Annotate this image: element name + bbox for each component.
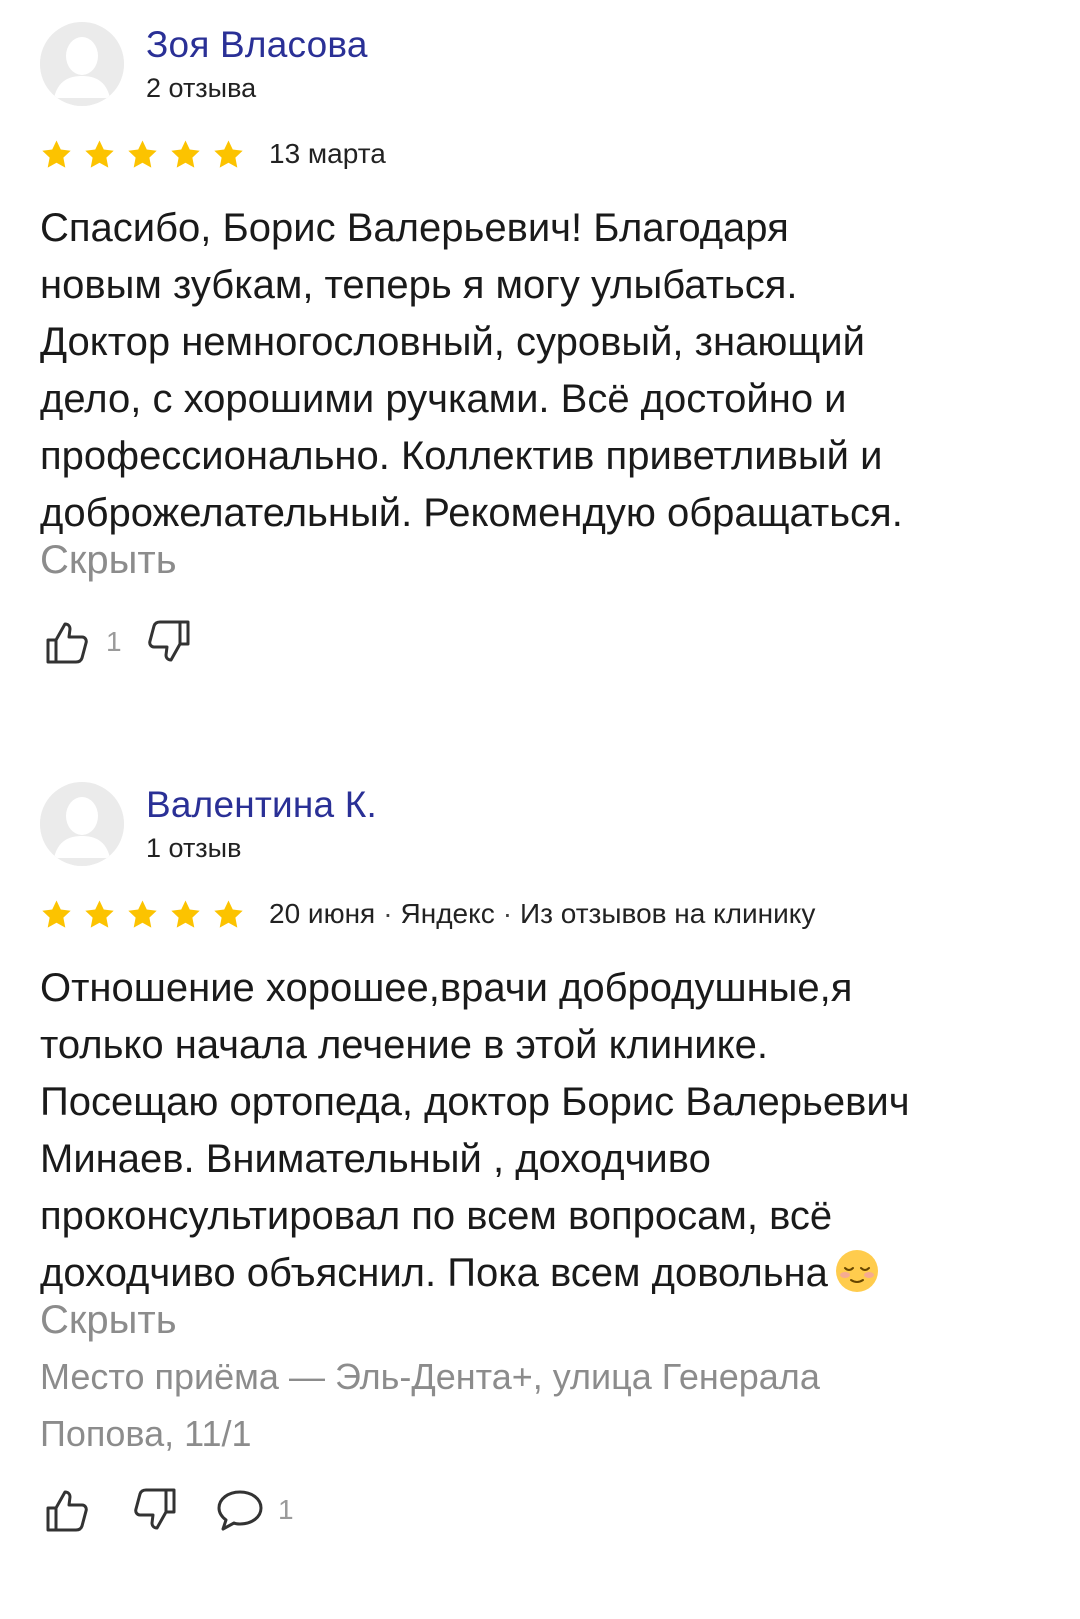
separator-dot: · (383, 898, 393, 929)
author-review-count: 2 отзыва (146, 73, 257, 103)
review-text-line: новым зубкам, теперь я могу улыбаться. (40, 263, 798, 307)
star-icon (42, 899, 71, 928)
author-name[interactable]: Зоя Власова (146, 23, 368, 67)
star-icon (214, 139, 243, 168)
thumbs-up-icon[interactable] (40, 1482, 96, 1538)
thumbs-down-icon[interactable] (140, 614, 196, 670)
review-source: Яндекс (400, 898, 495, 929)
place-line: Место приёма — Эль-Дента+, улица Генерал… (40, 1356, 820, 1397)
user-silhouette-icon (40, 782, 124, 866)
star-icon (171, 899, 200, 928)
relieved-face-emoji-icon (835, 1250, 878, 1292)
star-icon (42, 139, 71, 168)
review-text-line: только начала лечение в этой клинике. (40, 1023, 768, 1067)
appointment-place: Место приёма — Эль-Дента+, улица Генерал… (40, 1348, 1040, 1462)
author-review-count: 1 отзыв (146, 833, 242, 863)
hide-link[interactable]: Скрыть (40, 1292, 177, 1349)
avatar[interactable] (40, 22, 124, 106)
author-name[interactable]: Валентина К. (146, 783, 377, 827)
comment-icon[interactable] (212, 1482, 268, 1538)
review-text-line: профессионально. Коллектив приветливый и (40, 434, 883, 478)
review-origin: Из отзывов на клинику (520, 898, 816, 929)
review-text-line: доходчиво объяснил. Пока всем довольна (40, 1251, 828, 1295)
review-author[interactable]: Валентина К. 1 отзыв (40, 782, 377, 866)
review-actions: 1 (40, 612, 196, 672)
review-text-line: проконсультировал по всем вопросам, всё (40, 1194, 833, 1238)
user-silhouette-icon (40, 22, 124, 106)
review-text-line: Доктор немногословный, суровый, знающий (40, 320, 865, 364)
review-text: Спасибо, Борис Валерьевич! Благодаря нов… (40, 200, 1060, 542)
thumbs-up-icon[interactable] (40, 614, 96, 670)
review-actions: 1 (40, 1480, 312, 1540)
avatar[interactable] (40, 782, 124, 866)
star-icon (214, 899, 243, 928)
star-icon (128, 899, 157, 928)
review-meta: 13 марта (40, 136, 386, 172)
review-date: 20 июня (269, 898, 376, 929)
like-count: 1 (106, 626, 122, 657)
comment-count: 1 (278, 1494, 294, 1525)
review-text-line: Минаев. Внимательный , доходчиво (40, 1137, 711, 1181)
review-text-line: доброжелательный. Рекомендую обращаться. (40, 491, 903, 535)
star-icon (128, 139, 157, 168)
review-text-line: Отношение хорошее,врачи добродушные,я (40, 966, 853, 1010)
review-text-line: Спасибо, Борис Валерьевич! Благодаря (40, 206, 789, 250)
review-author[interactable]: Зоя Власова 2 отзыва (40, 22, 368, 106)
place-line: Попова, 11/1 (40, 1413, 252, 1454)
rating-stars (40, 898, 255, 931)
review-meta: 20 июня · Яндекс · Из отзывов на клинику (40, 896, 815, 932)
star-icon (85, 139, 114, 168)
star-icon (171, 139, 200, 168)
thumbs-down-icon[interactable] (126, 1482, 182, 1538)
hide-link[interactable]: Скрыть (40, 532, 177, 589)
review-text: Отношение хорошее,врачи добродушные,я то… (40, 960, 1060, 1302)
reviews-page: Зоя Власова 2 отзыва 13 марта Спасибо, Б… (0, 0, 1080, 1619)
rating-stars (40, 138, 255, 171)
separator-dot: · (502, 898, 513, 929)
star-icon (85, 899, 114, 928)
review-text-line: Посещаю ортопеда, доктор Борис Валерьеви… (40, 1080, 910, 1124)
review-date: 13 марта (269, 138, 386, 169)
review-text-line: дело, с хорошими ручками. Всё достойно и (40, 377, 847, 421)
